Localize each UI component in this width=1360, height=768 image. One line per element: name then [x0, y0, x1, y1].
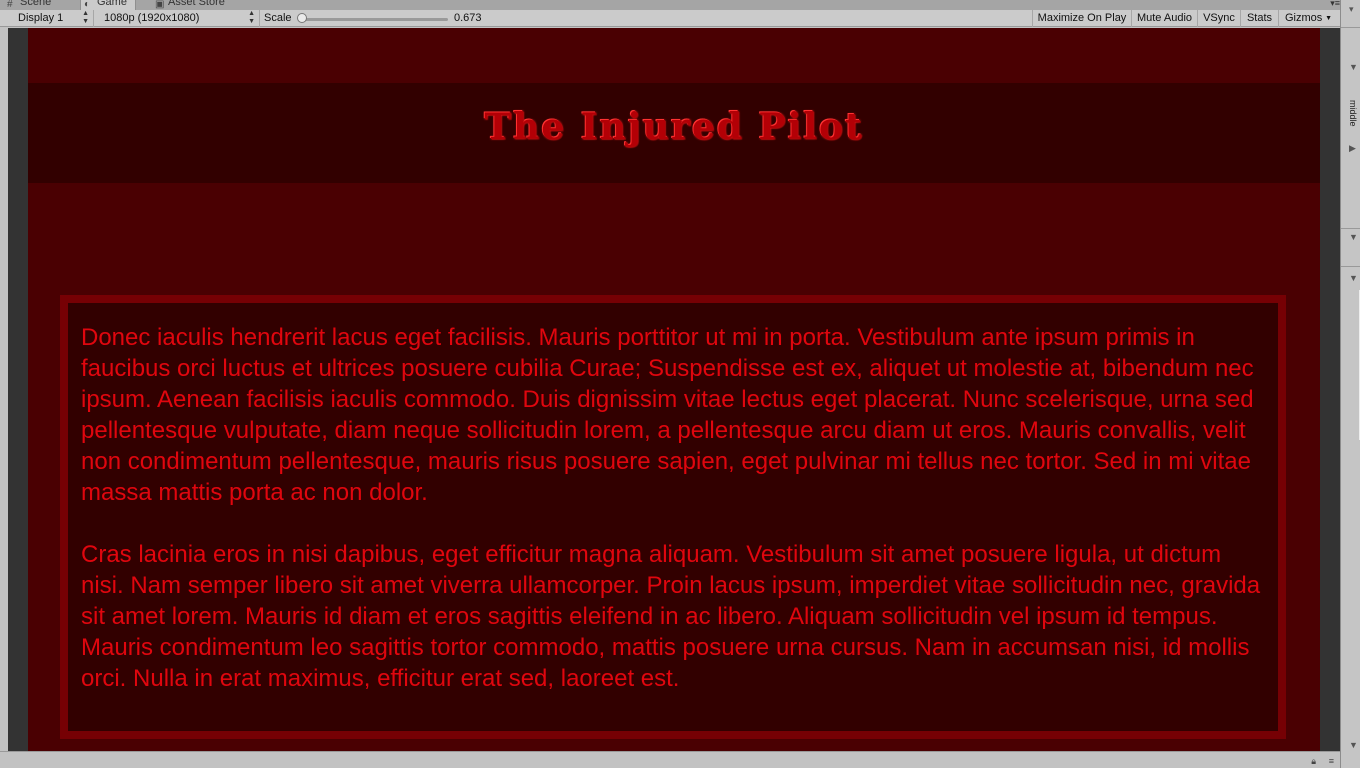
scene-hash-icon: # [7, 0, 13, 10]
scale-slider-track[interactable] [300, 18, 448, 21]
game-view: The Injured Pilot Donec iaculis hendreri… [8, 28, 1340, 751]
chevron-down-icon: ▼ [1325, 15, 1332, 22]
inspector-middle-label: middle [1348, 100, 1358, 127]
chevron-down-icon[interactable]: ▼ [1349, 232, 1358, 242]
updown-arrows-icon: ▲ ▼ [82, 10, 89, 25]
mute-audio-toggle[interactable]: Mute Audio [1131, 10, 1197, 27]
scale-label: Scale [264, 12, 292, 24]
tab-asset-store[interactable]: ▣ Asset Store [152, 0, 233, 10]
tab-scene[interactable]: # Scene [4, 0, 59, 10]
inspector-strip: ▾ ▼ middle ▶ ▼ ▼ ▼ [1340, 0, 1360, 768]
resolution-dropdown-value: 1080p (1920x1080) [104, 12, 200, 24]
divider [1341, 27, 1360, 28]
tab-scene-label: Scene [20, 0, 52, 8]
menu-icon[interactable]: ≡ [1329, 756, 1334, 766]
editor-tab-strip: # Scene ◐ Game ▣ Asset Store ▾≡ ● [0, 0, 1360, 10]
chevron-down-icon[interactable]: ▾ [1349, 4, 1354, 15]
display-dropdown-value: Display 1 [18, 12, 64, 24]
status-bar: 🔒︎ ≡ [0, 751, 1340, 768]
game-view-toolbar: Display 1 ▲ ▼ 1080p (1920x1080) ▲ ▼ Scale … [0, 10, 1340, 27]
chevron-down-icon[interactable]: ▼ [1349, 62, 1358, 72]
story-paragraph-2: Cras lacinia eros in nisi dapibus, eget … [81, 541, 1261, 692]
divider [1341, 266, 1360, 267]
lock-icon[interactable]: 🔒︎ [1311, 756, 1316, 767]
scale-slider-thumb[interactable] [297, 13, 307, 23]
game-screen[interactable]: The Injured Pilot Donec iaculis hendreri… [28, 28, 1320, 751]
store-bag-icon: ▣ [155, 0, 165, 10]
chevron-down-icon[interactable]: ▼ [1349, 740, 1358, 750]
gizmos-label: Gizmos [1285, 12, 1323, 24]
game-title: The Injured Pilot [484, 106, 864, 148]
gizmos-dropdown[interactable]: Gizmos ▼ [1278, 10, 1336, 27]
updown-arrows-icon: ▲ ▼ [248, 10, 255, 25]
story-text-panel: Donec iaculis hendrerit lacus eget facil… [60, 295, 1286, 739]
tab-menu-icon[interactable]: ▾≡ [1330, 0, 1340, 9]
game-pacman-icon: ◐ [84, 0, 91, 10]
tab-game-label: Game [97, 0, 127, 8]
chevron-right-icon[interactable]: ▶ [1349, 143, 1356, 154]
display-dropdown[interactable]: Display 1 ▲ ▼ [12, 10, 94, 27]
tab-asset-store-label: Asset Store [168, 0, 225, 8]
story-paragraph-1: Donec iaculis hendrerit lacus eget facil… [81, 324, 1254, 506]
chevron-down-icon[interactable]: ▼ [1349, 273, 1358, 283]
divider [1341, 228, 1360, 229]
stats-toggle[interactable]: Stats [1240, 10, 1278, 27]
tab-game[interactable]: ◐ Game [80, 0, 136, 10]
resolution-dropdown[interactable]: 1080p (1920x1080) ▲ ▼ [98, 10, 260, 27]
maximize-on-play-toggle[interactable]: Maximize On Play [1032, 10, 1131, 27]
vsync-toggle[interactable]: VSync [1197, 10, 1240, 27]
scale-value: 0.673 [454, 12, 482, 24]
